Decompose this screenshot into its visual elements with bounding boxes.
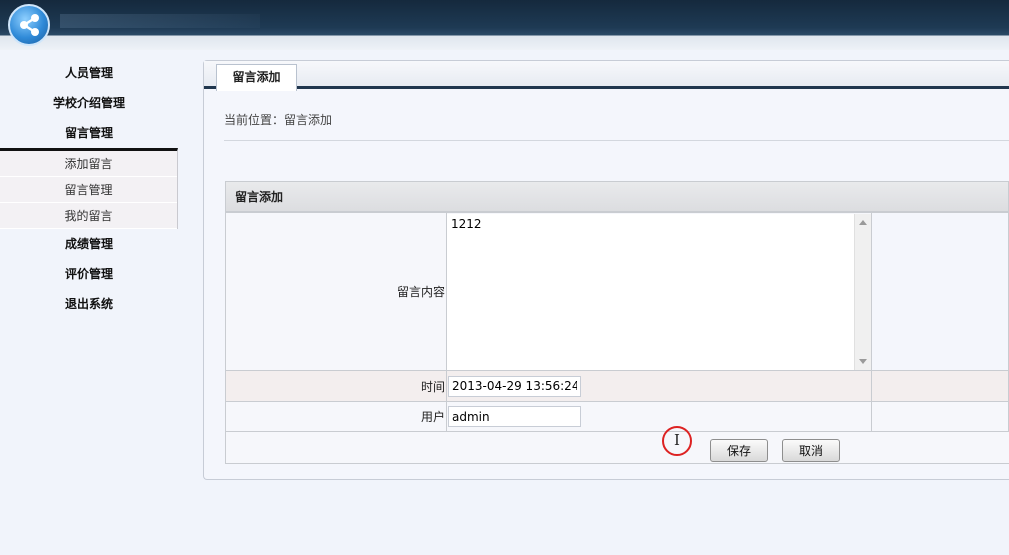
time-input[interactable]	[448, 375, 581, 397]
cancel-button[interactable]: 取消	[782, 438, 840, 462]
share-network-icon	[8, 4, 50, 46]
form-title: 留言添加	[225, 181, 1009, 212]
divider	[224, 140, 1009, 141]
submenu-item-add-message[interactable]: 添加留言	[0, 151, 177, 177]
form-row-time: 时间	[225, 370, 1009, 402]
submenu-item-my-messages[interactable]: 我的留言	[0, 203, 177, 229]
banner-title-area	[60, 14, 260, 28]
scroll-down-arrow-icon[interactable]	[859, 358, 867, 364]
sidebar-item-logout[interactable]: 退出系统	[0, 289, 178, 319]
top-banner	[0, 0, 1009, 50]
sidebar-item-personnel[interactable]: 人员管理	[0, 58, 178, 88]
content-textarea[interactable]: 1212	[447, 213, 853, 368]
content-textarea-wrapper: 1212	[447, 213, 871, 370]
save-button[interactable]: 保存	[710, 438, 768, 462]
form-row-user: 用户	[225, 401, 1009, 432]
messages-submenu: 添加留言 留言管理 我的留言	[0, 148, 178, 229]
form-row-buttons: 保存 取消	[225, 431, 1009, 464]
row-filler	[871, 212, 1009, 371]
user-label: 用户	[225, 401, 447, 432]
sidebar-item-school-intro[interactable]: 学校介绍管理	[0, 88, 178, 118]
scroll-up-arrow-icon[interactable]	[859, 219, 867, 225]
user-cell	[446, 401, 872, 432]
message-form: 留言内容 1212 时间 用户	[225, 212, 1009, 464]
time-label: 时间	[225, 370, 447, 402]
text-cursor-icon: I	[674, 431, 680, 449]
submenu-item-manage-messages[interactable]: 留言管理	[0, 177, 177, 203]
content-cell: 1212	[446, 212, 872, 371]
sidebar-item-grades[interactable]: 成绩管理	[0, 229, 178, 259]
tab-add-message[interactable]: 留言添加	[216, 64, 297, 91]
row-filler	[871, 370, 1009, 402]
form-row-content: 留言内容 1212	[225, 212, 1009, 371]
sidebar-item-evaluation[interactable]: 评价管理	[0, 259, 178, 289]
sidebar: 人员管理 学校介绍管理 留言管理 添加留言 留言管理 我的留言 成绩管理 评价管…	[0, 58, 178, 319]
textarea-scrollbar[interactable]	[854, 213, 871, 370]
buttons-cell: 保存 取消	[225, 431, 1009, 464]
time-cell	[446, 370, 872, 402]
breadcrumb: 当前位置：留言添加	[224, 113, 333, 127]
user-input[interactable]	[448, 406, 581, 427]
tab-strip: 留言添加	[204, 61, 1009, 91]
content-label: 留言内容	[225, 212, 447, 371]
button-bar: 保存 取消	[226, 433, 1009, 463]
sidebar-item-messages[interactable]: 留言管理	[0, 118, 178, 148]
row-filler	[871, 401, 1009, 432]
main-panel: 留言添加 当前位置：留言添加 留言添加 留言内容 1212 时间 2013-04…	[203, 60, 1009, 480]
cursor-highlight: I	[662, 426, 692, 456]
